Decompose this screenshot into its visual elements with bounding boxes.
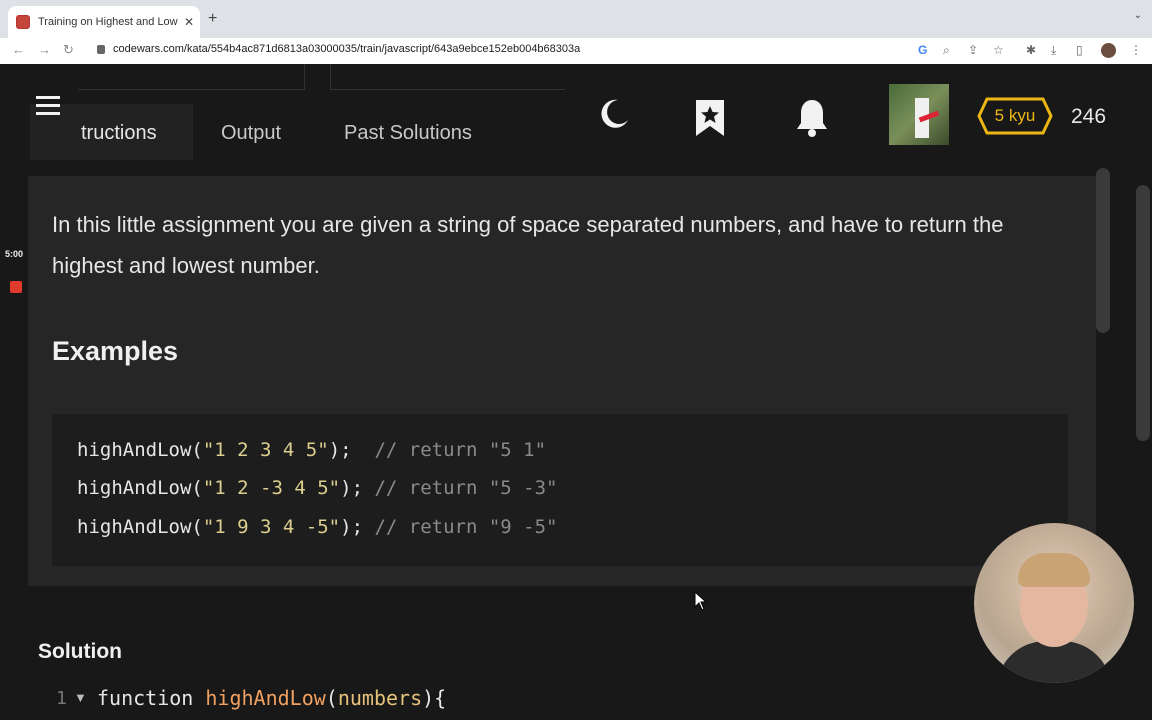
address-bar[interactable]: codewars.com/kata/554b4ac871d6813a030000…	[113, 43, 580, 55]
user-avatar[interactable]	[889, 84, 949, 145]
page-scrollbar[interactable]	[1136, 185, 1150, 441]
webcam-overlay	[974, 523, 1134, 683]
share-icon[interactable]: ⇪	[968, 43, 978, 57]
solution-editor-line[interactable]: function highAndLow(numbers){	[97, 686, 446, 710]
browser-tab-strip: Training on Highest and Lowest ✕ + ⌄	[0, 0, 1152, 38]
back-icon[interactable]: ←	[12, 42, 25, 57]
profile-avatar[interactable]	[1101, 43, 1116, 58]
google-icon[interactable]: G	[918, 43, 927, 57]
bell-icon[interactable]	[794, 98, 830, 138]
forward-icon[interactable]: →	[38, 42, 51, 57]
new-tab-icon[interactable]: +	[208, 10, 217, 28]
moon-icon[interactable]	[596, 96, 632, 132]
bookmark-star-icon[interactable]	[694, 98, 726, 138]
close-tab-icon[interactable]: ✕	[184, 15, 194, 29]
code-line: highAndLow("1 2 -3 4 5"); // return "5 -…	[77, 477, 558, 499]
timer: 5:00	[5, 249, 24, 259]
solution-heading: Solution	[38, 640, 122, 663]
divider	[78, 64, 305, 90]
examples-heading: Examples	[52, 336, 179, 366]
tab-instructions[interactable]: tructions	[81, 122, 157, 145]
menu-dots-icon[interactable]: ⋮	[1130, 43, 1142, 57]
line-number: 1	[56, 688, 67, 709]
tab-output[interactable]: Output	[221, 122, 281, 145]
extensions-icon[interactable]: ✱	[1026, 43, 1036, 57]
description-text: In this little assignment you are given …	[52, 212, 1004, 278]
reload-icon[interactable]: ↻	[63, 42, 74, 58]
mouse-cursor-icon	[694, 591, 708, 611]
instructions-scrollbar[interactable]	[1096, 168, 1110, 333]
browser-tab[interactable]: Training on Highest and Lowest ✕	[8, 6, 200, 38]
tab-search-chevron-icon[interactable]: ⌄	[1134, 10, 1142, 21]
record-icon[interactable]	[10, 281, 22, 293]
download-icon[interactable]: ⤓	[1051, 43, 1056, 58]
rank-label: 5 kyu	[994, 106, 1036, 125]
tab-past-solutions[interactable]: Past Solutions	[344, 122, 472, 145]
star-icon[interactable]: ☆	[993, 43, 1004, 57]
codewars-favicon-icon	[16, 15, 30, 29]
browser-toolbar: ← → ↻ codewars.com/kata/554b4ac871d6813a…	[0, 38, 1152, 65]
divider	[330, 64, 565, 90]
code-line: highAndLow("1 9 3 4 -5"); // return "9 -…	[77, 516, 558, 538]
browser-tab-title: Training on Highest and Lowest	[38, 16, 178, 28]
zoom-icon[interactable]: ⌕	[943, 43, 950, 58]
hamburger-menu-icon[interactable]	[36, 96, 60, 120]
fold-arrow-icon[interactable]: ▼	[74, 690, 87, 705]
code-line: highAndLow("1 2 3 4 5"); // return "5 1"	[77, 439, 547, 461]
lock-icon	[97, 45, 105, 54]
sidepanel-icon[interactable]: ▯	[1076, 43, 1083, 57]
honor-count: 246	[1071, 105, 1107, 128]
